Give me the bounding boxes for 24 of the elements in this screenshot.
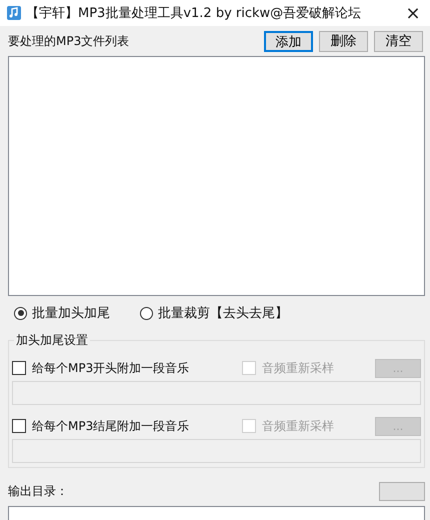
checkbox-label: 给每个MP3开头附加一段音乐 xyxy=(32,360,190,376)
radio-label: 批量加头加尾 xyxy=(32,305,110,322)
app-icon xyxy=(6,5,22,21)
checkbox-label: 音频重新采样 xyxy=(262,418,334,434)
file-path-field[interactable] xyxy=(12,439,421,463)
toolbar-button[interactable]: 添加 xyxy=(264,30,313,52)
radio-icon[interactable] xyxy=(140,306,153,320)
toolbar-button[interactable]: 删除 xyxy=(319,30,368,52)
radio-label: 批量裁剪【去头去尾】 xyxy=(158,305,288,322)
checkbox-label: 音频重新采样 xyxy=(262,360,334,376)
output-label: 输出目录： xyxy=(8,482,68,500)
window-title: 【宇轩】MP3批量处理工具v1.2 by rickw@吾爱破解论坛 xyxy=(26,5,362,22)
file-path-field[interactable] xyxy=(12,381,421,405)
file-list-label: 要处理的MP3文件列表 xyxy=(8,32,130,50)
mode-radio[interactable]: 批量加头加尾 xyxy=(14,304,110,322)
mode-radio[interactable]: 批量裁剪【去头去尾】 xyxy=(140,304,288,322)
radio-icon[interactable] xyxy=(14,306,27,320)
checkbox-label: 给每个MP3结尾附加一段音乐 xyxy=(32,418,190,434)
browse-button[interactable] xyxy=(379,482,425,500)
checkbox[interactable] xyxy=(12,419,26,433)
close-button[interactable]: × xyxy=(396,0,430,26)
file-list[interactable] xyxy=(8,56,425,296)
checkbox[interactable] xyxy=(12,361,26,375)
toolbar-button[interactable]: 清空 xyxy=(374,30,423,52)
